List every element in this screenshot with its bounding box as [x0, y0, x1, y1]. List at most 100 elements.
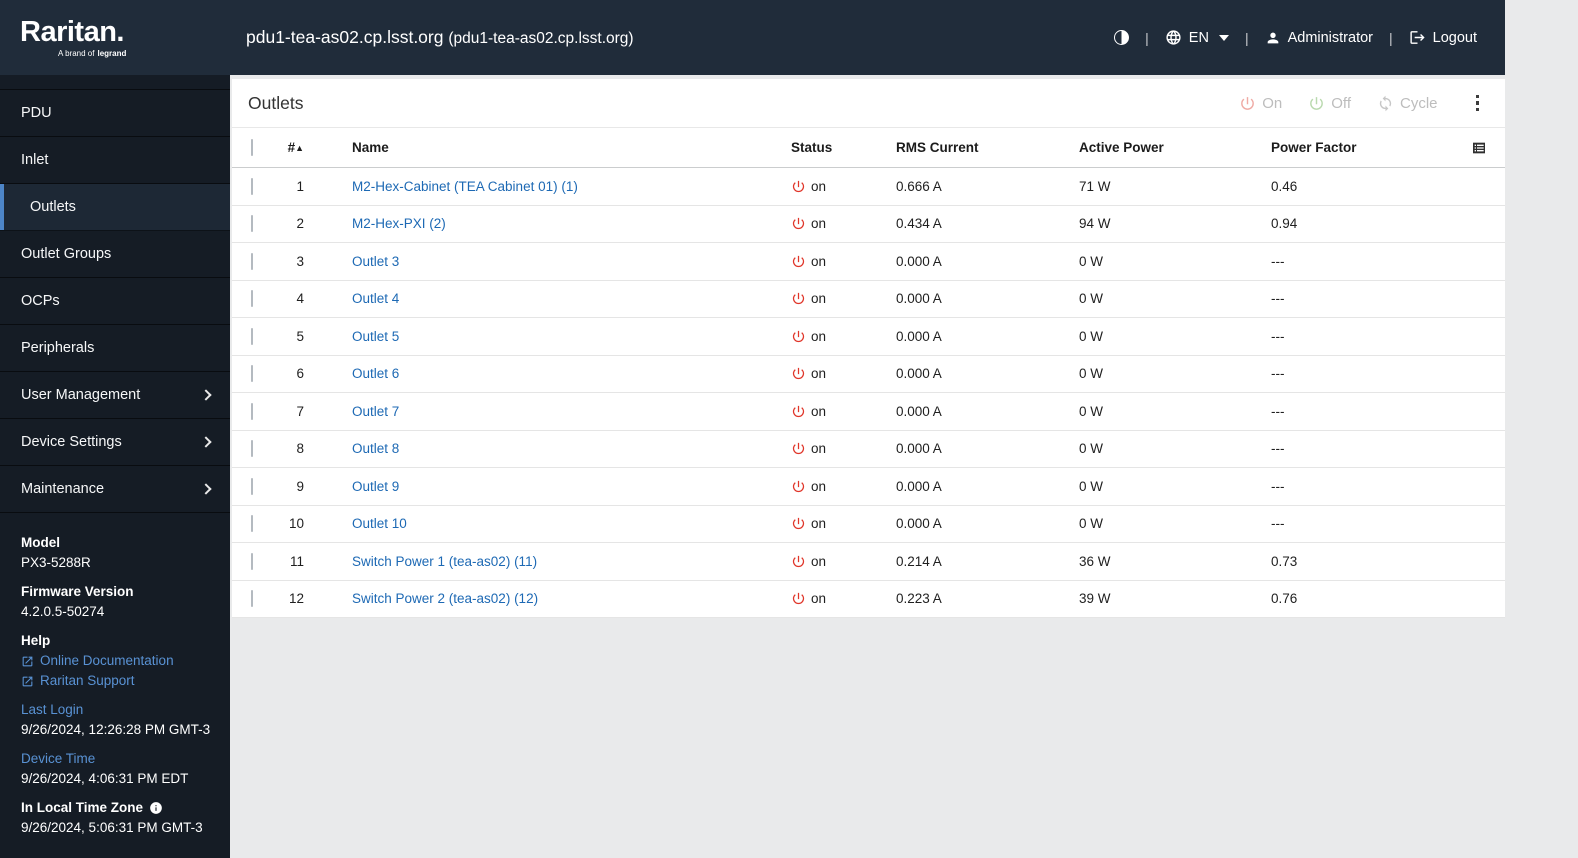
select-all-checkbox[interactable] — [251, 139, 253, 156]
outlet-number: 9 — [296, 478, 304, 494]
chevron-right-icon — [200, 436, 212, 448]
outlet-name-link[interactable]: Switch Power 2 (tea-as02) (12) — [352, 591, 538, 606]
language-selector[interactable]: EN — [1165, 29, 1229, 46]
info-icon[interactable] — [149, 801, 163, 815]
firmware-value: 4.2.0.5-50274 — [21, 604, 105, 619]
separator: | — [1389, 29, 1393, 46]
sidebar-item-user-management[interactable]: User Management — [0, 372, 230, 419]
logout-button[interactable]: Logout — [1409, 29, 1477, 46]
more-options-button[interactable] — [1470, 91, 1486, 116]
row-checkbox[interactable] — [251, 215, 253, 233]
active-power-value: 0 W — [1079, 478, 1104, 494]
sidebar-item-inlet[interactable]: Inlet — [0, 137, 230, 184]
device-hostname-title: pdu1-tea-as02.cp.lsst.org (pdu1-tea-as02… — [246, 27, 634, 47]
outlet-name-link[interactable]: Outlet 9 — [352, 479, 399, 494]
raritan-support-link[interactable]: Raritan Support — [21, 671, 212, 691]
outlet-status: on — [791, 591, 896, 606]
row-checkbox[interactable] — [251, 590, 253, 608]
sidebar-item-maintenance[interactable]: Maintenance — [0, 466, 230, 513]
status-text: on — [811, 478, 827, 494]
sidebar-item-pdu[interactable]: PDU — [0, 90, 230, 137]
sidebar-item-outlet-groups[interactable]: Outlet Groups — [0, 231, 230, 278]
device-hostname-paren: (pdu1-tea-as02.cp.lsst.org) — [448, 30, 634, 47]
outlet-name-link[interactable]: M2-Hex-Cabinet (TEA Cabinet 01) (1) — [352, 179, 578, 194]
active-power-value: 0 W — [1079, 366, 1104, 382]
user-menu[interactable]: Administrator — [1265, 30, 1373, 46]
globe-icon — [1166, 30, 1181, 45]
row-checkbox[interactable] — [251, 365, 253, 383]
row-checkbox[interactable] — [251, 440, 253, 458]
row-checkbox[interactable] — [251, 252, 253, 270]
rms-current-value: 0.434 A — [896, 216, 942, 232]
outlet-name-link[interactable]: Outlet 5 — [352, 329, 399, 344]
active-power-value: 36 W — [1079, 553, 1111, 569]
outlet-row: 3 Outlet 3 on 0.000 A 0 W --- — [232, 243, 1505, 281]
power-status-icon — [792, 593, 805, 605]
outlet-number: 1 — [296, 178, 304, 194]
external-link-icon — [22, 676, 33, 686]
outlet-name-link[interactable]: Outlet 8 — [352, 441, 399, 456]
status-text: on — [811, 253, 827, 269]
column-header-rms-current[interactable]: RMS Current — [896, 140, 1079, 155]
outlet-name-link[interactable]: M2-Hex-PXI (2) — [352, 216, 446, 231]
sidebar-item-peripherals[interactable]: Peripherals — [0, 325, 230, 372]
outlet-number: 12 — [288, 591, 304, 607]
column-header-status[interactable]: Status — [791, 140, 896, 155]
outlet-status: on — [791, 479, 896, 494]
page-title: Outlets — [248, 92, 304, 113]
outlet-status: on — [791, 329, 896, 344]
theme-toggle-icon[interactable] — [1114, 30, 1130, 45]
row-checkbox[interactable] — [251, 177, 253, 195]
active-power-value: 0 W — [1079, 328, 1104, 344]
outlet-row: 5 Outlet 5 on 0.000 A 0 W --- — [232, 318, 1505, 356]
outlet-row: 6 Outlet 6 on 0.000 A 0 W --- — [232, 356, 1505, 393]
on-button[interactable]: On — [1239, 95, 1282, 112]
last-login-label: Last Login — [21, 702, 84, 717]
status-text: on — [811, 216, 827, 232]
chevron-down-icon — [1218, 34, 1229, 41]
outlet-status: on — [791, 366, 896, 381]
sidebar-item-label: User Management — [21, 387, 141, 403]
cycle-button[interactable]: Cycle — [1377, 95, 1438, 112]
sidebar-item-label: Maintenance — [21, 481, 105, 497]
outlet-row: 4 Outlet 4 on 0.000 A 0 W --- — [232, 281, 1505, 318]
row-checkbox[interactable] — [251, 327, 253, 345]
column-header-name[interactable]: Name — [312, 140, 791, 155]
outlet-name-link[interactable]: Outlet 6 — [352, 366, 399, 381]
outlet-name-link[interactable]: Outlet 7 — [352, 404, 399, 419]
status-text: on — [811, 366, 827, 382]
column-header-number[interactable]: #▲ — [272, 140, 312, 155]
power-status-icon — [792, 255, 805, 267]
sidebar-item-label: Peripherals — [21, 340, 95, 356]
sidebar-item-outlets[interactable]: Outlets — [0, 184, 230, 231]
power-on-icon — [1241, 96, 1255, 110]
local-timezone-label: In Local Time Zone — [21, 798, 212, 818]
power-factor-value: --- — [1271, 478, 1285, 494]
sidebar-nav: PDU Inlet Outlets Outlet Groups OCPs Per… — [0, 90, 230, 513]
status-text: on — [811, 516, 827, 532]
outlet-name-link[interactable]: Outlet 4 — [352, 291, 399, 306]
off-button[interactable]: Off — [1308, 95, 1351, 112]
column-header-active-power[interactable]: Active Power — [1079, 140, 1271, 155]
column-header-power-factor[interactable]: Power Factor — [1271, 140, 1505, 155]
active-power-value: 94 W — [1079, 216, 1111, 232]
row-checkbox[interactable] — [251, 402, 253, 420]
column-settings-button[interactable] — [1471, 140, 1487, 159]
status-text: on — [811, 328, 827, 344]
power-status-icon — [792, 368, 805, 380]
outlet-status: on — [791, 179, 896, 194]
rms-current-value: 0.000 A — [896, 516, 942, 532]
row-checkbox[interactable] — [251, 477, 253, 495]
row-checkbox[interactable] — [251, 552, 253, 570]
outlet-name-link[interactable]: Switch Power 1 (tea-as02) (11) — [352, 554, 537, 569]
outlet-number: 11 — [289, 553, 304, 569]
row-checkbox[interactable] — [251, 290, 253, 308]
online-documentation-link[interactable]: Online Documentation — [21, 651, 212, 671]
sidebar-item-device-settings[interactable]: Device Settings — [0, 419, 230, 466]
outlet-name-link[interactable]: Outlet 3 — [352, 254, 399, 269]
cycle-icon — [1379, 95, 1392, 111]
sidebar-item-label: Inlet — [21, 152, 49, 168]
row-checkbox[interactable] — [251, 515, 253, 533]
outlet-name-link[interactable]: Outlet 10 — [352, 516, 407, 531]
sidebar-item-ocps[interactable]: OCPs — [0, 278, 230, 325]
